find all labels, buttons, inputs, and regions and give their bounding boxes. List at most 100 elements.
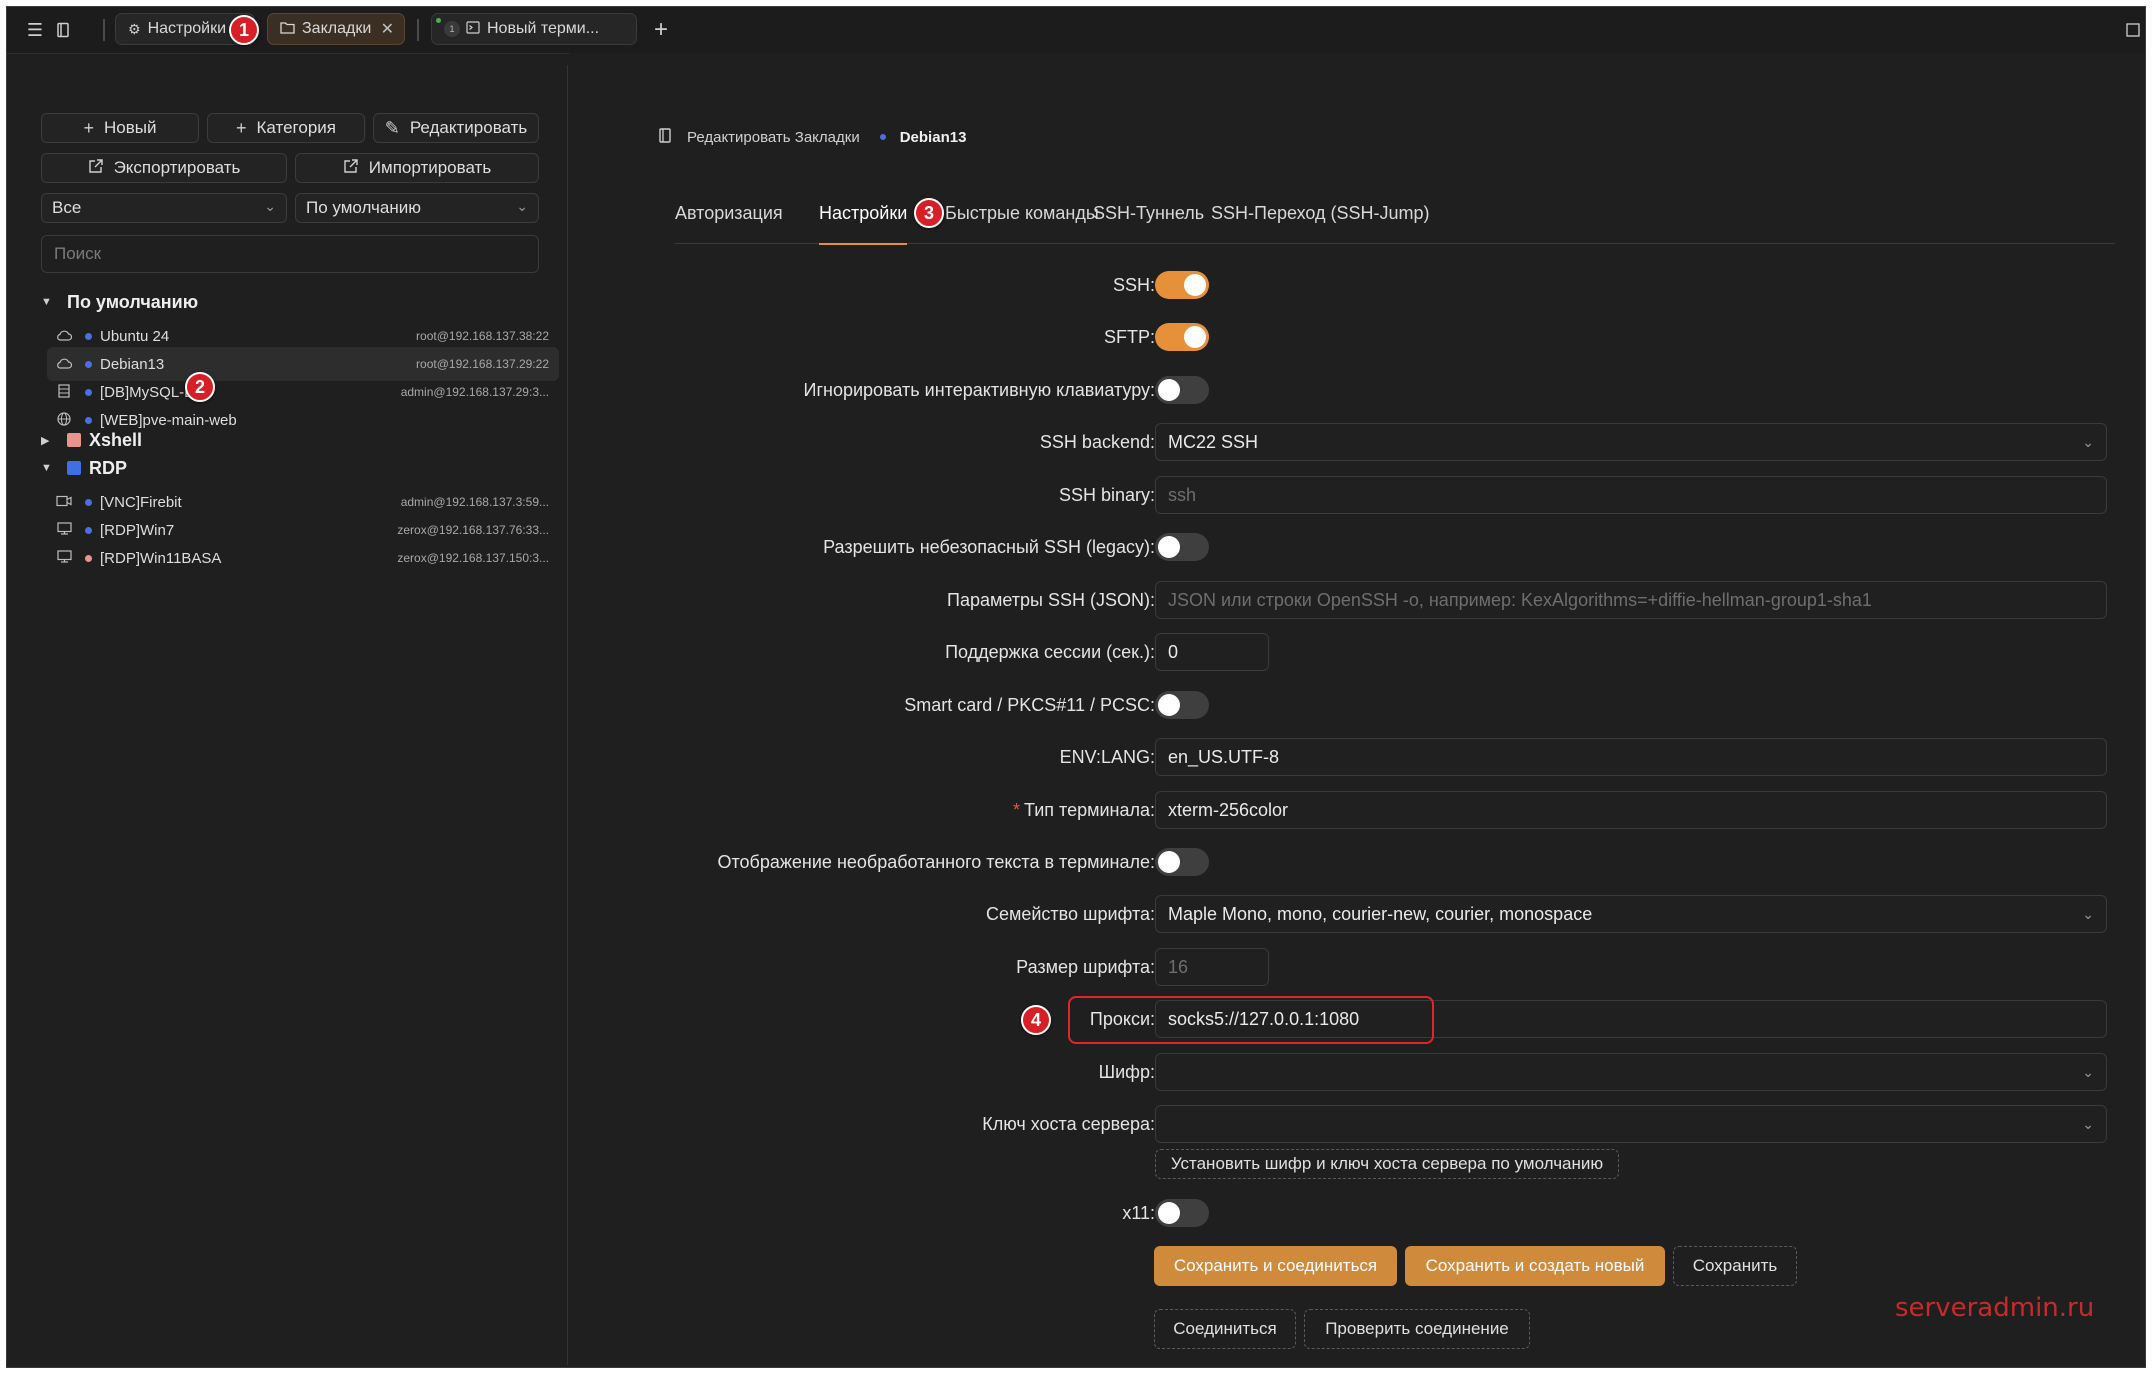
group-default[interactable]: ▼ По умолчанию: [41, 289, 198, 315]
close-icon[interactable]: ✕: [381, 19, 394, 39]
bookmark-name: [RDP]Win7: [100, 521, 175, 539]
divider: [417, 19, 419, 41]
toggle-knob: [1158, 1202, 1180, 1224]
group-xshell-label: Xshell: [89, 429, 143, 450]
keepalive-input[interactable]: 0: [1155, 633, 1269, 671]
keepalive-label: Поддержка сессии (сек.):: [945, 641, 1155, 662]
font-family-select[interactable]: Maple Mono, mono, courier-new, courier, …: [1155, 895, 2107, 933]
new-button-label: Новый: [104, 118, 157, 137]
terminal-type-label: * Тип терминала:: [1013, 792, 1155, 828]
chevron-down-icon: ⌄: [2082, 906, 2094, 922]
smartcard-toggle[interactable]: [1155, 691, 1209, 719]
tab-number-badge: 1: [444, 21, 460, 37]
tab-bookmarks[interactable]: Закладки ✕: [267, 13, 405, 45]
font-size-label: Размер шрифта:: [1016, 956, 1155, 977]
ssh-params-input[interactable]: JSON или строки OpenSSH -o, например: Ke…: [1155, 581, 2107, 619]
ssh-backend-value: MC22 SSH: [1168, 431, 1259, 452]
chevron-down-icon: ⌄: [516, 198, 528, 214]
raw-text-label: Отображение необработанного текста в тер…: [717, 851, 1156, 872]
env-lang-input[interactable]: en_US.UTF-8: [1155, 738, 2107, 776]
monitor-icon: [55, 522, 73, 538]
status-dot: [85, 526, 92, 534]
ssh-label: SSH:: [1112, 274, 1155, 295]
tab-new-terminal-label: Новый терми...: [487, 20, 600, 37]
add-tab-icon[interactable]: +: [649, 16, 673, 43]
folder-icon: [280, 21, 295, 37]
bookmark-host: root@192.168.137.38:22: [416, 329, 549, 343]
export-button[interactable]: Экспортировать: [41, 153, 287, 183]
window-layout-icon[interactable]: [2121, 18, 2145, 42]
sort-select-value: По умолчанию: [306, 198, 421, 217]
category-color-swatch: [67, 461, 81, 475]
ssh-backend-select[interactable]: MC22 SSH ⌄: [1155, 423, 2107, 461]
search-input[interactable]: Поиск: [41, 235, 539, 273]
tab-settings-label: Настройки: [147, 20, 227, 37]
tab-authorization[interactable]: Авторизация: [675, 203, 783, 243]
terminal-type-input[interactable]: xterm-256color: [1155, 791, 2107, 829]
status-dot: [85, 388, 92, 396]
tab-bookmarks-label: Закладки: [302, 20, 372, 37]
tab-new-terminal[interactable]: 1 Новый терми...: [431, 13, 637, 45]
save-and-connect-button[interactable]: Сохранить и соединиться: [1154, 1246, 1397, 1286]
monitor-icon: [55, 550, 73, 566]
terminal-icon: [466, 21, 480, 37]
bookmark-host: zerox@192.168.137.76:33...: [397, 523, 549, 537]
default-cipher-button[interactable]: Установить шифр и ключ хоста сервера по …: [1155, 1149, 1619, 1179]
sftp-label: SFTP:: [1103, 326, 1155, 347]
ssh-binary-input[interactable]: ssh: [1155, 476, 2107, 514]
raw-text-toggle[interactable]: [1155, 848, 1209, 876]
save-and-create-new-button[interactable]: Сохранить и создать новый: [1405, 1246, 1665, 1286]
app-window: ☰ ⚙ Настройки Закладки ✕ 1 Новый терми..…: [6, 6, 2146, 1368]
font-size-input[interactable]: 16: [1155, 948, 1269, 986]
bookmark-host: admin@192.168.137.29:3...: [400, 385, 549, 399]
filter-select[interactable]: Все ⌄: [41, 193, 287, 223]
connect-button[interactable]: Соединиться: [1154, 1309, 1296, 1349]
tab-quick-commands[interactable]: Быстрые команды: [945, 203, 1099, 243]
group-rdp[interactable]: ▼ RDP: [41, 455, 127, 481]
menu-icon[interactable]: ☰: [23, 18, 47, 42]
ssh-toggle[interactable]: [1155, 271, 1209, 299]
status-dot: [85, 416, 92, 424]
edit-button[interactable]: ✎ Редактировать: [373, 113, 539, 143]
font-family-value: Maple Mono, mono, courier-new, courier, …: [1168, 903, 1593, 924]
status-dot: [879, 134, 886, 140]
bookmark-rdp-win11basa[interactable]: [RDP]Win11BASA zerox@192.168.137.150:3..…: [47, 541, 559, 575]
tab-settings[interactable]: Настройки: [819, 203, 908, 245]
host-key-select[interactable]: ⌄: [1155, 1105, 2107, 1143]
x11-toggle[interactable]: [1155, 1199, 1209, 1227]
tab-ssh-jump[interactable]: SSH-Переход (SSH-Jump): [1211, 203, 1430, 243]
add-category-button[interactable]: + Категория: [207, 113, 365, 143]
x11-label: x11:: [1122, 1202, 1155, 1223]
sort-select[interactable]: По умолчанию ⌄: [295, 193, 539, 223]
toggle-knob: [1158, 536, 1180, 558]
tab-ssh-tunnel[interactable]: SSH-Туннель: [1093, 203, 1204, 243]
bookmark-name: Debian13: [100, 355, 165, 373]
cipher-select[interactable]: ⌄: [1155, 1053, 2107, 1091]
step-badge-3: 3: [914, 198, 944, 228]
chevron-down-icon: ⌄: [2082, 434, 2094, 450]
toggle-knob: [1158, 379, 1180, 401]
top-bar: ☰ ⚙ Настройки Закладки ✕ 1 Новый терми..…: [7, 7, 2145, 54]
step-badge-1: 1: [229, 15, 259, 45]
new-button[interactable]: + Новый: [41, 113, 199, 143]
divider: [103, 19, 105, 41]
sftp-toggle[interactable]: [1155, 323, 1209, 351]
bookmark-host: zerox@192.168.137.150:3...: [397, 551, 549, 565]
chevron-down-icon: ⌄: [2082, 1064, 2094, 1080]
filter-select-value: Все: [52, 198, 82, 217]
breadcrumb-parent[interactable]: Редактировать Закладки: [687, 129, 860, 146]
import-icon: [343, 158, 359, 179]
import-button[interactable]: Импортировать: [295, 153, 539, 183]
save-button[interactable]: Сохранить: [1673, 1246, 1797, 1286]
legacy-ssh-toggle[interactable]: [1155, 533, 1209, 561]
bookmark-panel-icon[interactable]: [51, 18, 75, 42]
ssh-binary-label: SSH binary:: [1058, 484, 1155, 505]
ignore-keyboard-toggle[interactable]: [1155, 376, 1209, 404]
cloud-icon: [55, 356, 73, 372]
bookmark-editor: Редактировать Закладки Debian13 Авториза…: [569, 53, 2145, 1367]
cloud-icon: [55, 328, 73, 344]
test-connection-button[interactable]: Проверить соединение: [1304, 1309, 1530, 1349]
pencil-icon: ✎: [384, 117, 400, 138]
bookmark-name: Ubuntu 24: [100, 327, 170, 345]
group-xshell[interactable]: ▶ Xshell: [41, 427, 142, 453]
